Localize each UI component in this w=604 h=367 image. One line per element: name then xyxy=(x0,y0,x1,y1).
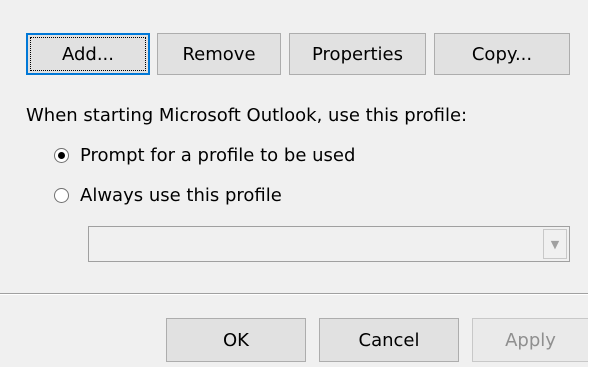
remove-profile-button[interactable]: Remove xyxy=(157,33,281,75)
startup-profile-label: When starting Microsoft Outlook, use thi… xyxy=(26,105,468,126)
radio-button[interactable] xyxy=(54,188,69,203)
window-edge xyxy=(588,0,604,367)
chevron-down-icon: ▼ xyxy=(550,237,560,251)
always-use-profile-label: Always use this profile xyxy=(80,185,282,206)
ok-button[interactable]: OK xyxy=(166,318,306,362)
prompt-profile-label: Prompt for a profile to be used xyxy=(80,145,356,166)
properties-button[interactable]: Properties xyxy=(289,33,426,75)
prompt-profile-option[interactable]: Prompt for a profile to be used xyxy=(54,145,355,166)
profile-select[interactable]: ▼ xyxy=(88,226,570,262)
radio-button-checked[interactable] xyxy=(54,148,69,163)
dialog-separator xyxy=(0,293,588,295)
dropdown-button[interactable]: ▼ xyxy=(543,229,567,259)
always-use-profile-option[interactable]: Always use this profile xyxy=(54,185,282,206)
cancel-button[interactable]: Cancel xyxy=(319,318,459,362)
add-profile-button[interactable]: Add... xyxy=(26,33,150,75)
apply-button[interactable]: Apply xyxy=(472,318,588,362)
copy-profile-button[interactable]: Copy... xyxy=(434,33,570,75)
